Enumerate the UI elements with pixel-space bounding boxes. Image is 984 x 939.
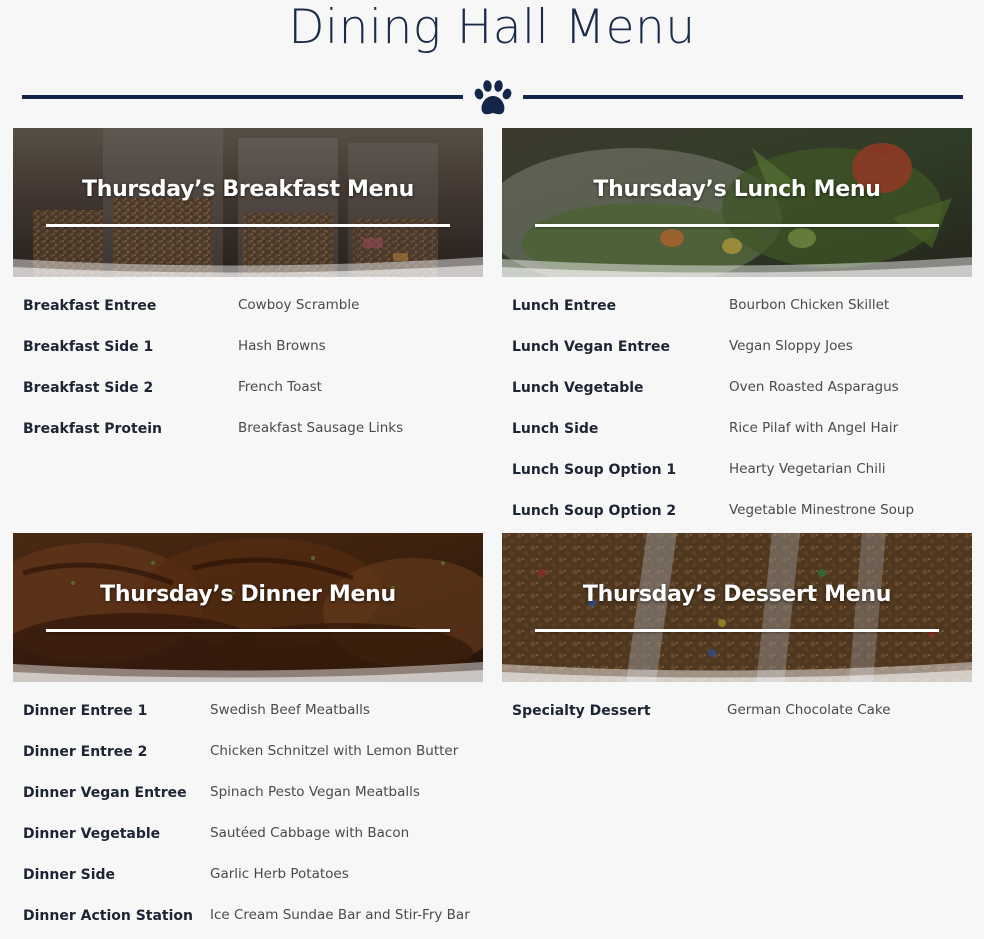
banner-wave (502, 257, 972, 277)
dessert-menu-title: Thursday’s Dessert Menu (582, 582, 892, 607)
menu-row: Dinner Entree 1 Swedish Beef Meatballs (13, 682, 483, 723)
menu-row: Lunch Vegan Entree Vegan Sloppy Joes (502, 318, 972, 359)
menu-item-label: Lunch Soup Option 1 (512, 462, 677, 478)
menu-item-value: Ice Cream Sundae Bar and Stir-Fry Bar (210, 907, 470, 923)
menu-row: Breakfast Protein Breakfast Sausage Link… (13, 400, 483, 441)
menu-item-label: Breakfast Side 2 (23, 380, 154, 396)
menu-item-label: Breakfast Protein (23, 421, 163, 437)
menu-item-value: Oven Roasted Asparagus (729, 379, 899, 395)
dining-hall-page: Dining Hall Menu Thursday’s Breakfast Me… (0, 0, 984, 939)
menu-item-label: Breakfast Side 1 (23, 339, 154, 355)
dinner-menu-list: Dinner Entree 1 Swedish Beef Meatballs D… (13, 682, 483, 928)
menu-row: Lunch Entree Bourbon Chicken Skillet (502, 277, 972, 318)
menu-row: Breakfast Entree Cowboy Scramble (13, 277, 483, 318)
menu-row: Specialty Dessert German Chocolate Cake (502, 682, 972, 723)
menu-row: Breakfast Side 2 French Toast (13, 359, 483, 400)
menu-item-label: Dinner Side (23, 867, 116, 883)
menu-item-label: Lunch Entree (512, 298, 617, 314)
menu-item-value: Swedish Beef Meatballs (210, 702, 370, 718)
menu-item-value: Sautéed Cabbage with Bacon (210, 825, 410, 841)
title-divider (22, 78, 963, 118)
menu-item-value: Vegan Sloppy Joes (729, 338, 853, 354)
menu-item-label: Dinner Action Station (23, 908, 194, 924)
divider-rule-left (22, 95, 463, 99)
menu-row: Breakfast Side 1 Hash Browns (13, 318, 483, 359)
menu-item-label: Specialty Dessert (512, 703, 651, 719)
breakfast-menu-panel: Thursday’s Breakfast Menu Breakfast Entr… (13, 128, 483, 441)
menu-item-label: Lunch Vegetable (512, 380, 644, 396)
banner-wave (13, 662, 483, 682)
menu-row: Dinner Entree 2 Chicken Schnitzel with L… (13, 723, 483, 764)
menu-item-value: Chicken Schnitzel with Lemon Butter (210, 743, 459, 759)
menu-row: Lunch Side Rice Pilaf with Angel Hair (502, 400, 972, 441)
dessert-banner: Thursday’s Dessert Menu (502, 533, 972, 682)
menu-item-value: Breakfast Sausage Links (238, 420, 404, 436)
menu-item-value: German Chocolate Cake (727, 702, 891, 718)
menu-row: Lunch Soup Option 1 Hearty Vegetarian Ch… (502, 441, 972, 482)
page-title: Dining Hall Menu (288, 0, 696, 55)
lunch-menu-panel: Thursday’s Lunch Menu Lunch Entree Bourb… (502, 128, 972, 523)
banner-wave (13, 257, 483, 277)
breakfast-banner: Thursday’s Breakfast Menu (13, 128, 483, 277)
dessert-menu-panel: Thursday’s Dessert Menu Specialty Desser… (502, 533, 972, 723)
menu-item-label: Breakfast Entree (23, 298, 157, 314)
menu-item-value: Rice Pilaf with Angel Hair (729, 420, 899, 436)
dinner-title-underline (46, 629, 450, 632)
menu-item-label: Dinner Vegan Entree (23, 785, 187, 801)
menu-row: Dinner Vegan Entree Spinach Pesto Vegan … (13, 764, 483, 805)
lunch-title-underline (535, 224, 939, 227)
breakfast-menu-title: Thursday’s Breakfast Menu (82, 177, 414, 202)
dinner-menu-title: Thursday’s Dinner Menu (100, 582, 396, 607)
paw-icon (474, 80, 512, 115)
lunch-banner: Thursday’s Lunch Menu (502, 128, 972, 277)
breakfast-menu-list: Breakfast Entree Cowboy Scramble Breakfa… (13, 277, 483, 441)
dessert-menu-list: Specialty Dessert German Chocolate Cake (502, 682, 972, 723)
menu-row: Lunch Vegetable Oven Roasted Asparagus (502, 359, 972, 400)
divider-rule-right (523, 95, 963, 99)
menu-item-value: Spinach Pesto Vegan Meatballs (210, 784, 420, 800)
menu-item-value: Vegetable Minestrone Soup (729, 502, 915, 518)
menu-row: Lunch Soup Option 2 Vegetable Minestrone… (502, 482, 972, 523)
menu-item-label: Lunch Soup Option 2 (512, 503, 677, 519)
menu-row: Dinner Vegetable Sautéed Cabbage with Ba… (13, 805, 483, 846)
menu-item-value: Hearty Vegetarian Chili (729, 461, 886, 477)
menu-item-label: Dinner Entree 1 (23, 703, 148, 719)
menu-item-value: Garlic Herb Potatoes (210, 866, 349, 882)
menu-item-label: Dinner Entree 2 (23, 744, 148, 760)
breakfast-title-underline (46, 224, 450, 227)
menu-item-value: Bourbon Chicken Skillet (729, 297, 890, 313)
menu-row: Dinner Action Station Ice Cream Sundae B… (13, 887, 483, 928)
menu-item-value: French Toast (238, 379, 322, 395)
banner-wave (502, 662, 972, 682)
menu-item-value: Cowboy Scramble (238, 297, 360, 313)
dinner-banner: Thursday’s Dinner Menu (13, 533, 483, 682)
menu-item-value: Hash Browns (238, 338, 326, 354)
dessert-title-underline (535, 629, 939, 632)
lunch-menu-title: Thursday’s Lunch Menu (593, 177, 881, 202)
dinner-menu-panel: Thursday’s Dinner Menu Dinner Entree 1 S… (13, 533, 483, 928)
lunch-menu-list: Lunch Entree Bourbon Chicken Skillet Lun… (502, 277, 972, 523)
menu-item-label: Lunch Side (512, 421, 599, 437)
menu-item-label: Dinner Vegetable (23, 826, 161, 842)
menu-item-label: Lunch Vegan Entree (512, 339, 670, 355)
menu-row: Dinner Side Garlic Herb Potatoes (13, 846, 483, 887)
